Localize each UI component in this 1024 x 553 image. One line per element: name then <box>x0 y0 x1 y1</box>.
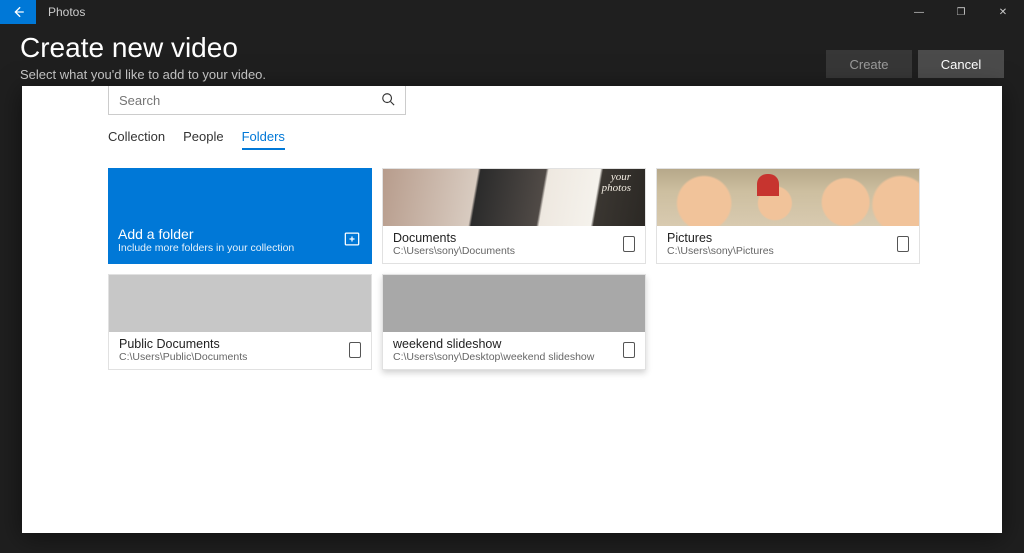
minimize-button[interactable]: — <box>898 0 940 24</box>
app-title: Photos <box>48 5 85 19</box>
folder-thumbnail: your photos <box>383 169 645 226</box>
content-card: Collection People Folders Add a folder I… <box>22 86 1002 533</box>
folder-path: C:\Users\sony\Desktop\weekend slideshow <box>393 351 615 363</box>
add-folder-icon <box>342 229 362 254</box>
page-subtitle: Select what you'd like to add to your vi… <box>20 67 826 82</box>
add-folder-subtitle: Include more folders in your collection <box>118 242 362 254</box>
folder-checkbox[interactable] <box>897 236 909 252</box>
folder-path: C:\Users\Public\Documents <box>119 351 341 363</box>
folder-thumbnail <box>657 169 919 226</box>
close-button[interactable]: ✕ <box>982 0 1024 24</box>
folder-tile-weekend-slideshow[interactable]: weekend slideshow C:\Users\sony\Desktop\… <box>382 274 646 370</box>
folder-checkbox[interactable] <box>623 342 635 358</box>
window-controls: — ❐ ✕ <box>898 0 1024 24</box>
folder-name: Pictures <box>667 231 889 245</box>
folder-name: Documents <box>393 231 615 245</box>
back-button[interactable] <box>0 0 36 24</box>
folder-tile-public-documents[interactable]: Public Documents C:\Users\Public\Documen… <box>108 274 372 370</box>
folder-name: weekend slideshow <box>393 337 615 351</box>
cancel-button[interactable]: Cancel <box>918 50 1004 78</box>
header-text: Create new video Select what you'd like … <box>20 32 826 82</box>
search-icon <box>381 92 395 109</box>
folder-checkbox[interactable] <box>349 342 361 358</box>
arrow-left-icon <box>11 5 25 19</box>
search-row <box>108 86 916 115</box>
folder-path: C:\Users\sony\Documents <box>393 245 615 257</box>
thumbnail-text: your photos <box>602 172 631 194</box>
page-header: Create new video Select what you'd like … <box>0 24 1024 94</box>
tabs: Collection People Folders <box>108 129 916 150</box>
folder-name: Public Documents <box>119 337 341 351</box>
tab-folders[interactable]: Folders <box>242 129 285 150</box>
folder-path: C:\Users\sony\Pictures <box>667 245 889 257</box>
maximize-button[interactable]: ❐ <box>940 0 982 24</box>
header-actions: Create Cancel <box>826 32 1004 78</box>
titlebar: Photos — ❐ ✕ <box>0 0 1024 24</box>
search-box[interactable] <box>108 86 406 115</box>
create-button[interactable]: Create <box>826 50 912 78</box>
add-folder-title: Add a folder <box>118 226 362 242</box>
folder-thumbnail <box>109 275 371 332</box>
folder-tile-documents[interactable]: your photos Documents C:\Users\sony\Docu… <box>382 168 646 264</box>
folder-tile-pictures[interactable]: Pictures C:\Users\sony\Pictures <box>656 168 920 264</box>
tab-people[interactable]: People <box>183 129 223 150</box>
folder-thumbnail <box>383 275 645 332</box>
page-title: Create new video <box>20 32 826 64</box>
search-input[interactable] <box>119 93 381 108</box>
add-folder-tile[interactable]: Add a folder Include more folders in you… <box>108 168 372 264</box>
folder-grid: Add a folder Include more folders in you… <box>108 168 916 370</box>
tab-collection[interactable]: Collection <box>108 129 165 150</box>
folder-checkbox[interactable] <box>623 236 635 252</box>
